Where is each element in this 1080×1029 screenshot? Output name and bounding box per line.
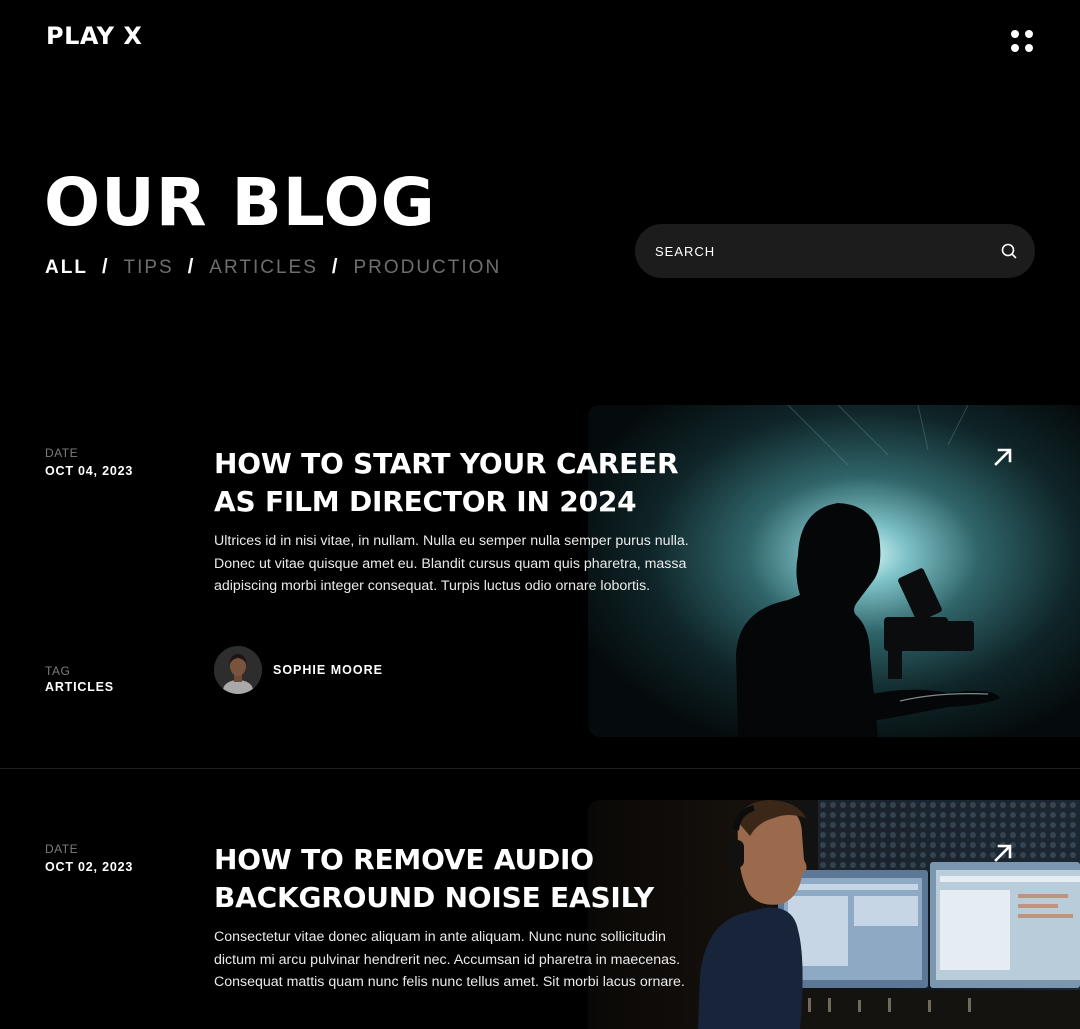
avatar bbox=[214, 646, 262, 694]
category-filters: ALL / TIPS / ARTICLES / PRODUCTION bbox=[45, 256, 501, 279]
date-label: DATE bbox=[45, 842, 79, 856]
filter-separator: / bbox=[187, 256, 196, 278]
tag-label: TAG bbox=[45, 664, 71, 678]
post-tag[interactable]: ARTICLES bbox=[45, 680, 114, 694]
search-icon[interactable] bbox=[1001, 243, 1017, 259]
filter-tips[interactable]: TIPS bbox=[124, 257, 174, 279]
filter-production[interactable]: PRODUCTION bbox=[353, 257, 501, 279]
post-date: OCT 02, 2023 bbox=[45, 860, 134, 874]
post-title[interactable]: HOW TO REMOVE AUDIO BACKGROUND NOISE EAS… bbox=[214, 841, 714, 917]
search-bar bbox=[635, 224, 1035, 278]
filter-articles[interactable]: ARTICLES bbox=[209, 257, 318, 279]
post-excerpt: Consectetur vitae donec aliquam in ante … bbox=[214, 929, 685, 991]
arrow-up-right-icon[interactable] bbox=[992, 446, 1014, 468]
post-excerpt: Ultrices id in nisi vitae, in nullam. Nu… bbox=[214, 533, 689, 595]
filter-separator: / bbox=[101, 256, 110, 278]
filter-separator: / bbox=[331, 256, 340, 278]
post-date: OCT 04, 2023 bbox=[45, 464, 134, 478]
blog-post-card[interactable]: DATE OCT 04, 2023 HOW TO START YOUR CARE… bbox=[0, 404, 1080, 768]
logo[interactable]: PLAY X bbox=[46, 22, 142, 50]
post-title[interactable]: HOW TO START YOUR CAREER AS FILM DIRECTO… bbox=[214, 445, 714, 521]
post-author[interactable]: SOPHIE MOORE bbox=[214, 646, 383, 694]
blog-post-card[interactable]: DATE OCT 02, 2023 HOW TO REMOVE AUDIO BA… bbox=[0, 800, 1080, 1029]
filter-all[interactable]: ALL bbox=[45, 257, 88, 279]
grid-dots-icon[interactable] bbox=[1007, 26, 1037, 56]
post-divider bbox=[0, 768, 1080, 769]
page-title: OUR BLOG bbox=[44, 164, 436, 241]
arrow-up-right-icon[interactable] bbox=[992, 842, 1014, 864]
date-label: DATE bbox=[45, 446, 79, 460]
search-input[interactable] bbox=[653, 242, 1001, 260]
author-name: SOPHIE MOORE bbox=[273, 663, 383, 677]
